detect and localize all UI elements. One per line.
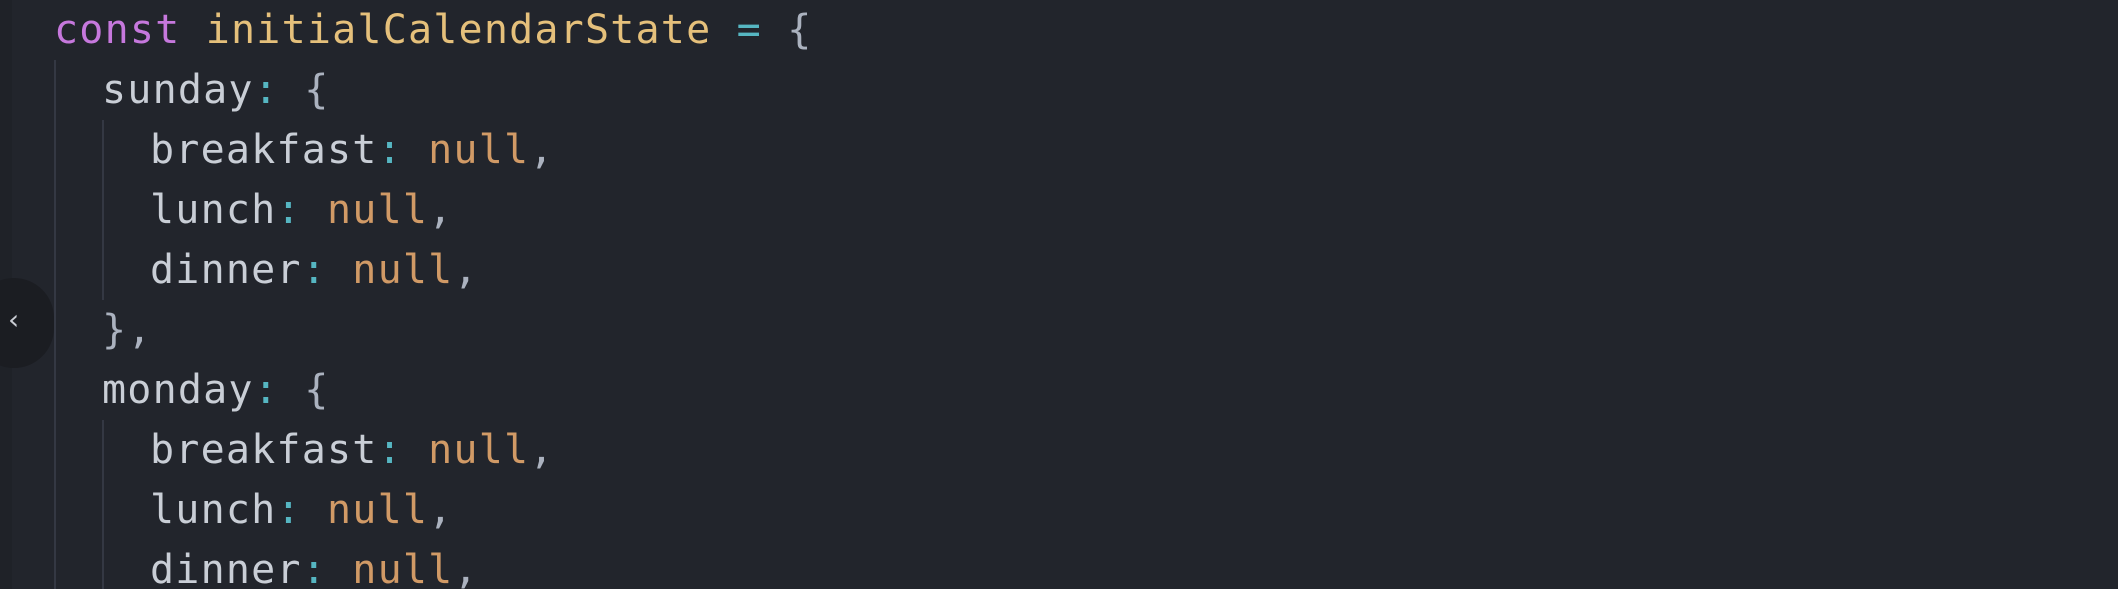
- code-token-null: null: [428, 127, 530, 173]
- code-token-punc: ,: [529, 427, 555, 473]
- code-token-def: initialCalendarState: [205, 7, 712, 53]
- code-token-prop: breakfast: [150, 127, 378, 173]
- code-token-null: null: [327, 487, 429, 533]
- code-token-kw: const: [54, 7, 181, 53]
- code-token-op: :: [253, 67, 279, 113]
- code-line[interactable]: lunch: null,: [150, 180, 453, 240]
- code-token-prop: lunch: [150, 187, 277, 233]
- code-token-op: :: [301, 547, 327, 589]
- code-token-op: :: [253, 367, 279, 413]
- code-token-punc: {: [304, 67, 330, 113]
- panel-collapse-button[interactable]: ‹: [0, 278, 54, 368]
- code-token-prop: breakfast: [150, 427, 378, 473]
- code-token-punc: },: [102, 307, 153, 353]
- code-token-punc: ,: [428, 487, 454, 533]
- code-token-op: :: [276, 487, 302, 533]
- code-token-op: :: [377, 127, 403, 173]
- code-token-punc: {: [787, 7, 813, 53]
- code-line[interactable]: breakfast: null,: [150, 120, 555, 180]
- code-token-prop: sunday: [102, 67, 254, 113]
- indent-guide: [102, 420, 104, 589]
- code-token-prop: lunch: [150, 487, 277, 533]
- code-line[interactable]: lunch: null,: [150, 480, 453, 540]
- code-line[interactable]: sunday: {: [102, 60, 330, 120]
- code-line[interactable]: },: [102, 300, 153, 360]
- indent-guide: [102, 120, 104, 300]
- code-token-null: null: [352, 547, 454, 589]
- code-token-prop: dinner: [150, 547, 302, 589]
- code-token-op: :: [276, 187, 302, 233]
- code-token-op: =: [736, 7, 762, 53]
- code-token-op: :: [301, 247, 327, 293]
- code-content[interactable]: const initialCalendarState = {sunday: {b…: [54, 0, 811, 589]
- code-line[interactable]: dinner: null,: [150, 540, 479, 589]
- code-line[interactable]: const initialCalendarState = {: [54, 0, 813, 60]
- code-token-null: null: [352, 247, 454, 293]
- code-line[interactable]: monday: {: [102, 360, 330, 420]
- code-editor[interactable]: const initialCalendarState = {sunday: {b…: [0, 0, 2118, 589]
- chevron-left-icon: ‹: [8, 303, 20, 336]
- code-token-punc: ,: [529, 127, 555, 173]
- code-token-prop: monday: [102, 367, 254, 413]
- code-token-punc: {: [304, 367, 330, 413]
- code-token-op: :: [377, 427, 403, 473]
- code-token-punc: ,: [453, 247, 479, 293]
- code-token-punc: ,: [428, 187, 454, 233]
- code-token-prop: dinner: [150, 247, 302, 293]
- code-token-punc: ,: [453, 547, 479, 589]
- code-line[interactable]: breakfast: null,: [150, 420, 555, 480]
- indent-guide: [54, 60, 56, 589]
- code-token-null: null: [428, 427, 530, 473]
- code-token-null: null: [327, 187, 429, 233]
- code-line[interactable]: dinner: null,: [150, 240, 479, 300]
